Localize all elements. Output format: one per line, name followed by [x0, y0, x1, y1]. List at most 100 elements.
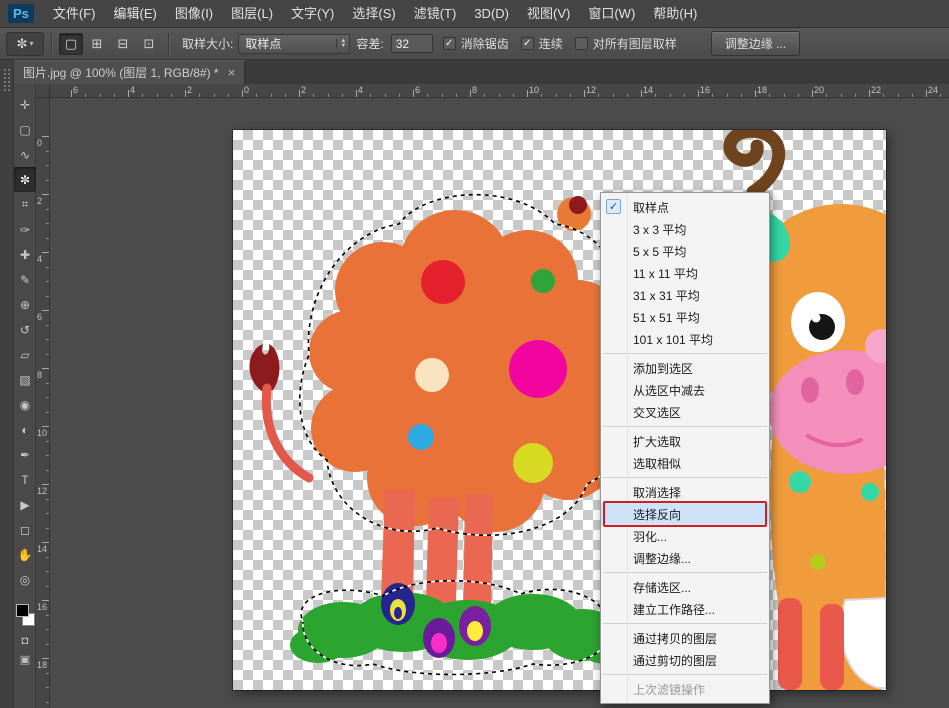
context-menu-item[interactable]: 通过拷贝的图层: [601, 627, 769, 649]
context-menu-item-label: 交叉选区: [633, 404, 681, 421]
ruler-tick: [684, 94, 685, 97]
ruler-tick: [342, 94, 343, 97]
ruler-label: 6: [73, 85, 78, 95]
context-menu-item[interactable]: 添加到选区: [601, 357, 769, 379]
context-menu-item[interactable]: 5 x 5 平均: [601, 240, 769, 262]
history-brush-tool[interactable]: ↺: [14, 317, 36, 342]
tool-preset-dropdown[interactable]: ✼ ▾: [6, 32, 44, 56]
context-menu-item[interactable]: 交叉选区: [601, 401, 769, 423]
ruler-tick: [157, 94, 158, 97]
menubar-item[interactable]: 图像(I): [166, 0, 222, 28]
shape-tool[interactable]: ◻: [14, 517, 36, 542]
intersect-selection-button[interactable]: ⊡: [137, 33, 161, 55]
menubar-item[interactable]: 3D(D): [465, 0, 518, 28]
add-selection-button[interactable]: ⊞: [85, 33, 109, 55]
ruler-tick: [46, 513, 49, 514]
blur-tool[interactable]: ◉: [14, 392, 36, 417]
menubar-item[interactable]: 文字(Y): [282, 0, 343, 28]
checkbox-icon[interactable]: [575, 37, 588, 50]
grip-handle-icon[interactable]: [3, 68, 11, 92]
move-tool[interactable]: ✛: [14, 92, 36, 117]
context-menu-item[interactable]: 101 x 101 平均: [601, 328, 769, 350]
dodge-tool[interactable]: ◐: [14, 417, 36, 442]
contiguous-checkbox[interactable]: ✓连续: [521, 35, 563, 52]
context-menu-item[interactable]: 取消选择: [601, 481, 769, 503]
ruler-tick: [46, 281, 49, 282]
menubar-item[interactable]: 图层(L): [222, 0, 282, 28]
ruler-label: 18: [37, 660, 47, 670]
horizontal-ruler[interactable]: 642024681012141618202224: [50, 84, 949, 98]
context-menu-item[interactable]: 扩大选取: [601, 430, 769, 452]
subtract-selection-button[interactable]: ⊟: [111, 33, 135, 55]
sample-all-layers-checkbox[interactable]: 对所有图层取样: [575, 35, 677, 52]
healing-brush-tool[interactable]: ✚: [14, 242, 36, 267]
path-selection-tool[interactable]: ▶: [14, 492, 36, 517]
sample-size-select[interactable]: 取样点 ▲ ▼: [238, 34, 350, 54]
magic-wand-tool[interactable]: ✼: [14, 167, 36, 192]
new-selection-button[interactable]: ▢: [59, 33, 83, 55]
dodge-tool-icon: ◐: [21, 423, 28, 437]
ruler-tick: [271, 94, 272, 97]
document-canvas[interactable]: [233, 130, 886, 690]
clone-stamp-tool[interactable]: ⊕: [14, 292, 36, 317]
spinner-icon[interactable]: ▲ ▼: [336, 39, 346, 49]
checkbox-icon[interactable]: ✓: [443, 37, 456, 50]
context-menu-item[interactable]: 羽化...: [601, 525, 769, 547]
ruler-label: 6: [415, 85, 420, 95]
eyedropper-tool[interactable]: ✑: [14, 217, 36, 242]
ruler-tick: [228, 94, 229, 97]
type-tool-icon: T: [21, 473, 28, 487]
lasso-tool[interactable]: ∿: [14, 142, 36, 167]
context-menu-item-label: 通过拷贝的图层: [633, 630, 717, 647]
ruler-label: 4: [130, 85, 135, 95]
context-menu-item[interactable]: 选取相似: [601, 452, 769, 474]
menubar-item[interactable]: 选择(S): [343, 0, 404, 28]
context-menu-item[interactable]: 51 x 51 平均: [601, 306, 769, 328]
hand-tool[interactable]: ✋: [14, 542, 36, 567]
crop-tool-icon: ⌗: [22, 197, 29, 212]
context-menu-item[interactable]: 存储选区...: [601, 576, 769, 598]
zoom-tool[interactable]: ◎: [14, 567, 36, 592]
eraser-tool[interactable]: ▱: [14, 342, 36, 367]
antialias-checkbox[interactable]: ✓消除锯齿: [443, 35, 509, 52]
shape-tool-icon: ◻: [20, 523, 30, 537]
type-tool[interactable]: T: [14, 467, 36, 492]
crop-tool[interactable]: ⌗: [14, 192, 36, 217]
context-menu-item[interactable]: 11 x 11 平均: [601, 262, 769, 284]
context-menu-item[interactable]: 31 x 31 平均: [601, 284, 769, 306]
foreground-color-swatch[interactable]: [16, 604, 29, 617]
tolerance-input[interactable]: [391, 34, 433, 53]
ruler-tick: [46, 296, 49, 297]
document-tab[interactable]: 图片.jpg @ 100% (图层 1, RGB/8#) * ×: [14, 60, 245, 84]
screen-mode-icon[interactable]: ▣: [14, 650, 36, 668]
quick-mask-icon[interactable]: ◘: [14, 632, 36, 650]
refine-edge-button[interactable]: 调整边缘 ...: [711, 31, 800, 56]
tool-bar: ✛▢∿✼ ⌗ ✑✚✎⊕↺▱▧◉ ◐ ✒ T ▶ ◻ ✋◎ ◘ ▣: [14, 84, 36, 708]
checkbox-icon[interactable]: ✓: [521, 37, 534, 50]
context-menu-item[interactable]: 建立工作路径...: [601, 598, 769, 620]
ruler-tick: [46, 441, 49, 442]
brush-tool[interactable]: ✎: [14, 267, 36, 292]
context-menu-item[interactable]: 选择反向: [601, 503, 769, 525]
pen-tool[interactable]: ✒: [14, 442, 36, 467]
menubar-item[interactable]: 文件(F): [44, 0, 105, 28]
context-menu-item[interactable]: 通过剪切的图层: [601, 649, 769, 671]
menubar-item[interactable]: 编辑(E): [105, 0, 166, 28]
gradient-tool[interactable]: ▧: [14, 367, 36, 392]
ruler-tick: [655, 94, 656, 97]
context-menu-item[interactable]: 3 x 3 平均: [601, 218, 769, 240]
menubar-item[interactable]: 滤镜(T): [405, 0, 466, 28]
ruler-tick: [869, 90, 870, 97]
context-menu-item[interactable]: 调整边缘...: [601, 547, 769, 569]
spinner-down-icon[interactable]: ▼: [340, 44, 346, 49]
ruler-tick: [46, 325, 49, 326]
vertical-ruler[interactable]: 024681012141618: [36, 98, 50, 708]
context-menu-item[interactable]: 从选区中减去: [601, 379, 769, 401]
menubar-item[interactable]: 视图(V): [518, 0, 579, 28]
close-icon[interactable]: ×: [228, 67, 236, 79]
menubar-item[interactable]: 帮助(H): [644, 0, 706, 28]
ruler-tick: [46, 354, 49, 355]
marquee-tool[interactable]: ▢: [14, 117, 36, 142]
menubar-item[interactable]: 窗口(W): [579, 0, 644, 28]
context-menu-item[interactable]: ✓取样点: [601, 196, 769, 218]
